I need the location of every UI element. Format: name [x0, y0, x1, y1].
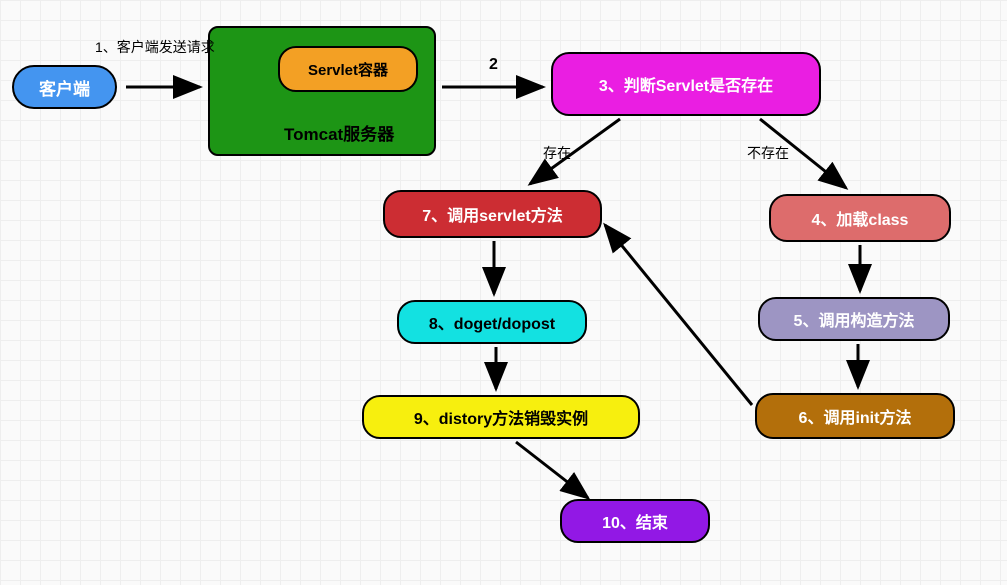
node-check-label: 3、判断Servlet是否存在 [599, 72, 773, 96]
node-step10-label: 10、结束 [602, 509, 668, 533]
servlet-container-label: Servlet容器 [308, 59, 388, 80]
node-init: 6、调用init方法 [755, 393, 955, 439]
node-step6-label: 6、调用init方法 [799, 404, 912, 428]
node-client: 客户端 [12, 65, 117, 109]
tomcat-label: Tomcat服务器 [284, 120, 394, 145]
node-servlet-container: Servlet容器 [278, 46, 418, 92]
node-call-servlet: 7、调用servlet方法 [383, 190, 602, 238]
node-load-class: 4、加载class [769, 194, 951, 242]
edge-label-notexist: 不存在 [747, 143, 789, 163]
node-step4-label: 4、加载class [812, 206, 909, 230]
arrows-layer [0, 0, 1007, 585]
node-step5-label: 5、调用构造方法 [794, 307, 915, 331]
node-tomcat-server: Servlet容器 Tomcat服务器 [208, 26, 436, 156]
node-end: 10、结束 [560, 499, 710, 543]
node-constructor: 5、调用构造方法 [758, 297, 950, 341]
edge-label-2: 2 [489, 56, 498, 74]
node-client-label: 客户端 [39, 75, 90, 100]
node-destroy: 9、distory方法销毁实例 [362, 395, 640, 439]
node-check-servlet: 3、判断Servlet是否存在 [551, 52, 821, 116]
edge-label-request: 1、客户端发送请求 [95, 37, 215, 57]
node-step9-label: 9、distory方法销毁实例 [414, 405, 588, 429]
node-doget-dopost: 8、doget/dopost [397, 300, 587, 344]
edge-label-exist: 存在 [543, 143, 571, 163]
node-step7-label: 7、调用servlet方法 [422, 202, 563, 226]
node-step8-label: 8、doget/dopost [429, 310, 555, 334]
